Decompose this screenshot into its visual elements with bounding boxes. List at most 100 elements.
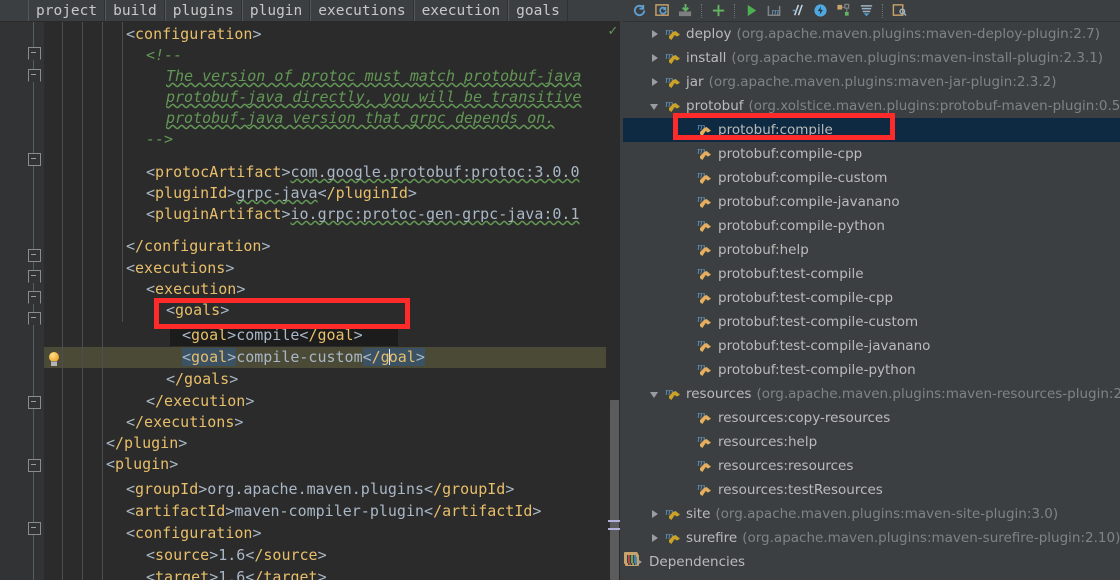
maven-tree-row[interactable]: m resources:help xyxy=(623,430,1120,454)
maven-tree-row[interactable]: m resources (org.apache.maven.plugins:mave… xyxy=(623,382,1120,406)
maven-goal-icon: m xyxy=(697,194,714,210)
maven-goal-icon: m xyxy=(697,362,714,378)
editor-marker-strip[interactable]: ✓ xyxy=(606,22,620,580)
svg-text:m: m xyxy=(771,6,779,16)
fold-marker[interactable] xyxy=(27,46,41,60)
code-line: <target>1.6</target> xyxy=(146,568,327,580)
add-maven-project-icon[interactable] xyxy=(708,1,728,21)
maven-tree-row[interactable]: m protobuf:compile-python xyxy=(623,214,1120,238)
maven-tree-row[interactable]: m install (org.apache.maven.plugins:maven-… xyxy=(623,46,1120,70)
maven-tree-row[interactable]: m protobuf:test-compile xyxy=(623,262,1120,286)
maven-tree-detail: (org.apache.maven.plugins:maven-resource… xyxy=(756,386,1120,402)
maven-tree-row[interactable]: m jar (org.apache.maven.plugins:maven-jar-… xyxy=(623,70,1120,94)
tree-twisty-right-icon[interactable] xyxy=(649,76,662,89)
code-line: <!-- xyxy=(146,46,183,64)
breadcrumb-item-project[interactable]: project xyxy=(28,0,106,21)
maven-phase-icon: m xyxy=(665,530,682,546)
show-dependencies-icon[interactable] xyxy=(833,1,853,21)
maven-tree-row[interactable]: m protobuf:compile-cpp xyxy=(623,142,1120,166)
editor-vertical-scrollbar[interactable] xyxy=(610,400,619,580)
breadcrumb-item-build[interactable]: build xyxy=(105,0,165,21)
editor-gutter[interactable] xyxy=(0,22,44,580)
maven-tree-row[interactable]: m protobuf:test-compile-cpp xyxy=(623,286,1120,310)
maven-goal-icon: m xyxy=(697,410,714,426)
maven-tree-row[interactable]: m protobuf (org.xolstice.maven.plugins:pro… xyxy=(623,94,1120,118)
maven-tree-row[interactable]: m resources:resources xyxy=(623,454,1120,478)
toggle-skip-tests-icon[interactable] xyxy=(787,1,807,21)
maven-settings-icon[interactable] xyxy=(889,1,909,21)
code-line-goal-compile-custom: <goal>compile-custom</goal> xyxy=(0,347,606,368)
code-line: <source>1.6</source> xyxy=(146,546,327,564)
code-line: </goals> xyxy=(166,370,239,388)
maven-goal-icon: m xyxy=(697,122,714,138)
maven-tree-row[interactable]: m protobuf:help xyxy=(623,238,1120,262)
fold-marker[interactable] xyxy=(27,521,41,535)
toggle-offline-mode-icon[interactable] xyxy=(810,1,830,21)
code-line: <pluginId>grpc-java</pluginId> xyxy=(146,184,417,202)
maven-toolbar: m xyxy=(623,0,1120,22)
fold-marker[interactable] xyxy=(27,248,41,262)
fold-marker[interactable] xyxy=(27,311,41,325)
maven-tree-row[interactable]: m protobuf:compile-javanano xyxy=(623,190,1120,214)
fold-marker[interactable] xyxy=(27,68,41,82)
maven-tree-row[interactable]: m resources:testResources xyxy=(623,478,1120,502)
breadcrumb-item-execution[interactable]: execution xyxy=(413,0,509,21)
generate-sources-icon[interactable] xyxy=(652,1,672,21)
code-line: protobuf-java directly, you will be tran… xyxy=(166,88,582,106)
maven-tree-row[interactable]: m surefire (org.apache.maven.plugins:maven… xyxy=(623,526,1120,550)
tree-twisty-right-icon[interactable] xyxy=(649,28,662,41)
fold-marker[interactable] xyxy=(27,458,41,472)
code-line: --> xyxy=(146,130,174,148)
maven-tree-row[interactable]: m protobuf:test-compile-python xyxy=(623,358,1120,382)
collapse-all-icon[interactable] xyxy=(856,1,876,21)
breadcrumb-item-plugins[interactable]: plugins xyxy=(164,0,242,21)
breadcrumb-item-executions[interactable]: executions xyxy=(310,0,414,21)
run-icon[interactable] xyxy=(741,1,761,21)
inspection-ok-check-icon[interactable]: ✓ xyxy=(607,25,619,38)
code-lines: <configuration> <!-- The version of prot… xyxy=(0,22,606,580)
maven-tree-row[interactable]: m protobuf:test-compile-javanano xyxy=(623,334,1120,358)
code-line: </configuration> xyxy=(126,237,271,255)
maven-tree-row[interactable]: m site (org.apache.maven.plugins:maven-sit… xyxy=(623,502,1120,526)
maven-tree-row[interactable]: m resources:copy-resources xyxy=(623,406,1120,430)
fold-marker[interactable] xyxy=(27,395,41,409)
tree-twisty-down-icon[interactable] xyxy=(649,100,662,113)
maven-goal-icon: m xyxy=(697,338,714,354)
intention-bulb-icon[interactable] xyxy=(46,352,62,368)
fold-marker[interactable] xyxy=(27,290,41,304)
maven-tree-label: resources:help xyxy=(718,434,818,450)
maven-tree-row[interactable]: m protobuf:compile-custom xyxy=(623,166,1120,190)
code-editor[interactable]: <configuration> <!-- The version of prot… xyxy=(0,22,620,580)
tree-twisty-right-icon[interactable] xyxy=(649,52,662,65)
code-line: </plugin> xyxy=(106,434,188,452)
breadcrumb-item-plugin[interactable]: plugin xyxy=(241,0,311,21)
maven-tree-label: protobuf:compile xyxy=(718,122,833,138)
toolbar-separator xyxy=(882,3,883,18)
maven-tree-row[interactable]: m protobuf:test-compile-custom xyxy=(623,310,1120,334)
maven-tree-label: protobuf:compile-python xyxy=(718,218,885,234)
code-line: </execution> xyxy=(146,392,255,410)
maven-tree-detail: (org.apache.maven.plugins:maven-jar-plug… xyxy=(708,74,1057,90)
maven-goal-icon: m xyxy=(697,458,714,474)
tree-twisty-right-icon[interactable] xyxy=(649,508,662,521)
fold-marker[interactable] xyxy=(27,269,41,283)
maven-tree-row[interactable]: Dependencies xyxy=(623,550,1120,574)
download-sources-icon[interactable] xyxy=(675,1,695,21)
tree-twisty-right-icon[interactable] xyxy=(649,532,662,545)
reimport-icon[interactable] xyxy=(629,1,649,21)
maven-tree-row[interactable]: m deploy (org.apache.maven.plugins:maven-d… xyxy=(623,22,1120,46)
maven-tree-row[interactable]: m protobuf:compile xyxy=(623,118,1120,142)
tree-twisty-down-icon[interactable] xyxy=(649,388,662,401)
code-line: protobuf-java version that grpc depends … xyxy=(166,109,555,127)
execute-maven-goal-icon[interactable]: m xyxy=(764,1,784,21)
maven-goal-icon: m xyxy=(697,266,714,282)
maven-tree-label: site xyxy=(686,506,711,522)
maven-tree-label: protobuf:test-compile-cpp xyxy=(718,290,894,306)
maven-goal-icon: m xyxy=(697,290,714,306)
breadcrumb-item-goals[interactable]: goals xyxy=(508,0,568,21)
maven-goals-tree[interactable]: m deploy (org.apache.maven.plugins:maven-d… xyxy=(623,22,1120,580)
fold-marker[interactable] xyxy=(27,152,41,166)
